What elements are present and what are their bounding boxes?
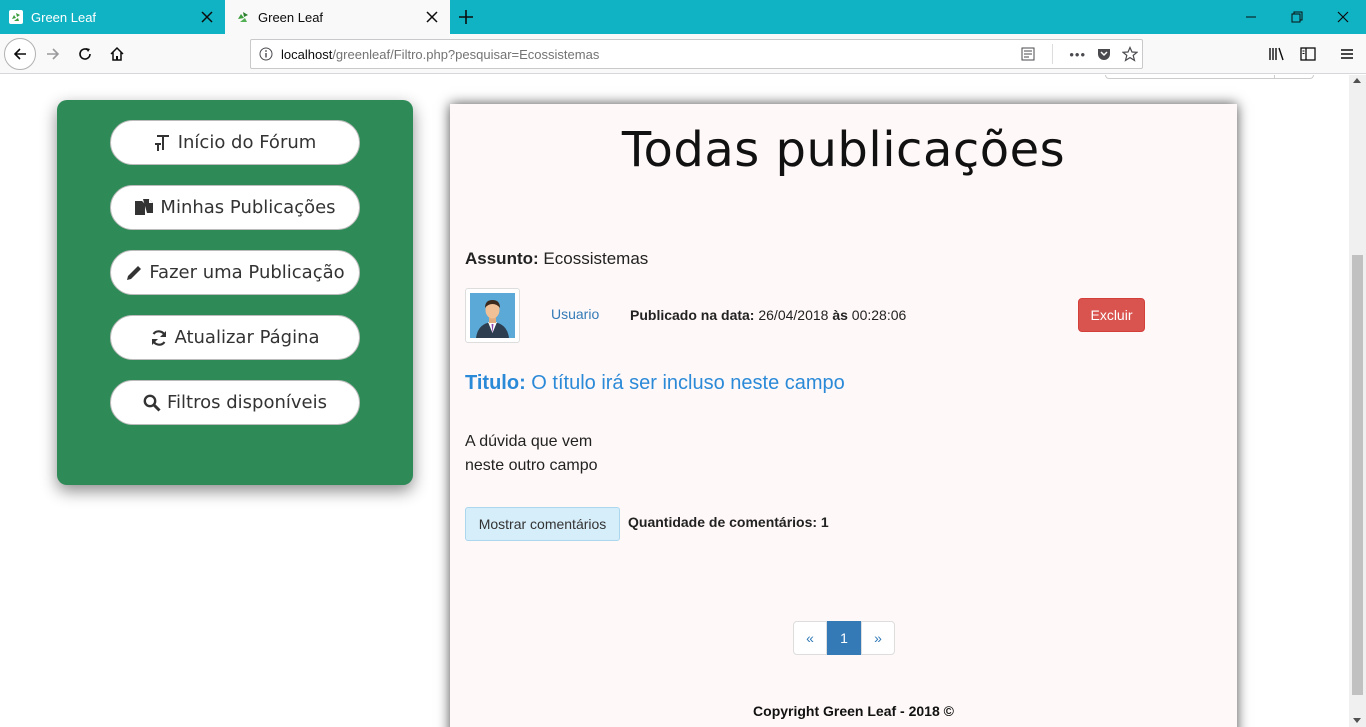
library-button[interactable] — [1262, 39, 1292, 69]
button-label: Filtros disponíveis — [167, 392, 327, 413]
recycle-icon — [235, 9, 251, 25]
url-host: localhost — [281, 46, 333, 62]
refresh-icon — [152, 329, 167, 346]
back-button[interactable] — [4, 38, 36, 70]
user-link[interactable]: Usuario — [551, 306, 599, 322]
subject-line: Assunto: Ecossistemas — [465, 249, 648, 269]
close-icon[interactable] — [199, 9, 215, 25]
button-label: Atualizar Página — [174, 327, 320, 348]
button-label: Minhas Publicações — [160, 197, 336, 218]
pagination-next[interactable]: » — [861, 621, 895, 655]
text-icon — [154, 134, 169, 151]
hamburger-icon — [1341, 49, 1353, 59]
more-actions-icon[interactable]: ••• — [1069, 47, 1086, 62]
title-value: O título irá ser incluso neste campo — [531, 372, 845, 394]
pencil-icon — [127, 265, 142, 280]
tab-title: Green Leaf — [258, 9, 324, 25]
post-body: A dúvida que vem neste outro campo — [465, 433, 598, 474]
info-icon[interactable] — [251, 47, 281, 61]
date-value: 26/04/2018 — [758, 307, 829, 323]
forum-home-button[interactable]: Início do Fórum — [110, 120, 360, 165]
scroll-up-icon[interactable] — [1353, 78, 1361, 83]
navigation-toolbar: localhost/greenleaf/Filtro.php?pesquisar… — [0, 34, 1366, 74]
subject-value: Ecossistemas — [543, 249, 649, 268]
search-form-fragment — [1105, 75, 1314, 79]
close-icon[interactable] — [424, 9, 440, 25]
reload-button[interactable] — [70, 39, 100, 69]
sidebar-icon — [1300, 47, 1316, 61]
forum-sidebar: Início do Fórum Minhas Publicações Fazer… — [57, 100, 413, 485]
tab-green-leaf-2[interactable]: Green Leaf — [225, 0, 450, 34]
publish-date: Publicado na data: 26/04/2018 às 00:28:0… — [630, 307, 906, 323]
date-label: Publicado na data: — [630, 307, 755, 323]
minimize-icon[interactable] — [1228, 0, 1274, 34]
subject-label: Assunto: — [465, 249, 539, 268]
avatar — [465, 288, 520, 343]
address-bar[interactable]: localhost/greenleaf/Filtro.php?pesquisar… — [250, 39, 1143, 69]
button-label: Início do Fórum — [177, 132, 317, 153]
time-value: 00:28:06 — [851, 307, 907, 323]
comments-count: Quantidade de comentários: 1 — [628, 514, 829, 530]
user-avatar-icon — [470, 293, 515, 338]
delete-button[interactable]: Excluir — [1078, 298, 1145, 332]
menu-button[interactable] — [1332, 39, 1362, 69]
library-icon — [1269, 47, 1284, 61]
scroll-down-icon[interactable] — [1353, 718, 1361, 723]
button-label: Fazer uma Publicação — [149, 262, 345, 283]
home-icon — [110, 46, 124, 61]
search-icon — [143, 394, 161, 412]
restore-icon[interactable] — [1274, 0, 1320, 34]
home-button[interactable] — [102, 39, 132, 69]
recycle-icon — [8, 9, 24, 25]
arrow-left-icon — [13, 48, 26, 60]
refresh-page-button[interactable]: Atualizar Página — [110, 315, 360, 360]
page-viewport: Início do Fórum Minhas Publicações Fazer… — [0, 75, 1349, 727]
url-path: /greenleaf/Filtro.php?pesquisar=Ecossist… — [332, 46, 600, 62]
post-title: Titulo: O título irá ser incluso neste c… — [465, 372, 845, 395]
copyright: Copyright Green Leaf - 2018 © — [753, 703, 954, 719]
tab-green-leaf-1[interactable]: Green Leaf — [0, 0, 225, 34]
new-tab-icon[interactable] — [456, 7, 476, 27]
at-label: às — [832, 307, 848, 323]
pocket-icon[interactable] — [1096, 46, 1112, 62]
pagination-prev[interactable]: « — [793, 621, 827, 655]
new-post-button[interactable]: Fazer uma Publicação — [110, 250, 360, 295]
scrollbar[interactable] — [1349, 75, 1366, 727]
divider — [1052, 44, 1054, 64]
forward-button[interactable] — [38, 39, 68, 69]
publications-panel: Todas publicações Assunto: Ecossistemas … — [450, 104, 1237, 727]
files-icon — [135, 198, 154, 215]
page-title: Todas publicações — [621, 122, 1066, 178]
arrow-right-icon — [47, 48, 60, 60]
show-comments-button[interactable]: Mostrar comentários — [465, 507, 620, 541]
tab-title: Green Leaf — [31, 9, 97, 25]
window-close-icon[interactable] — [1320, 0, 1366, 34]
pagination-page-1[interactable]: 1 — [827, 621, 861, 655]
reload-icon — [79, 48, 91, 60]
sidebar-toggle-button[interactable] — [1293, 39, 1323, 69]
reader-view-icon[interactable] — [1020, 46, 1036, 62]
pagination: « 1 » — [793, 621, 895, 655]
bookmark-star-icon[interactable] — [1122, 46, 1138, 62]
filters-button[interactable]: Filtros disponíveis — [110, 380, 360, 425]
title-label: Titulo: — [465, 372, 526, 394]
scroll-thumb[interactable] — [1352, 255, 1363, 695]
my-posts-button[interactable]: Minhas Publicações — [110, 185, 360, 230]
tab-strip: Green Leaf Green Leaf — [0, 0, 1366, 34]
